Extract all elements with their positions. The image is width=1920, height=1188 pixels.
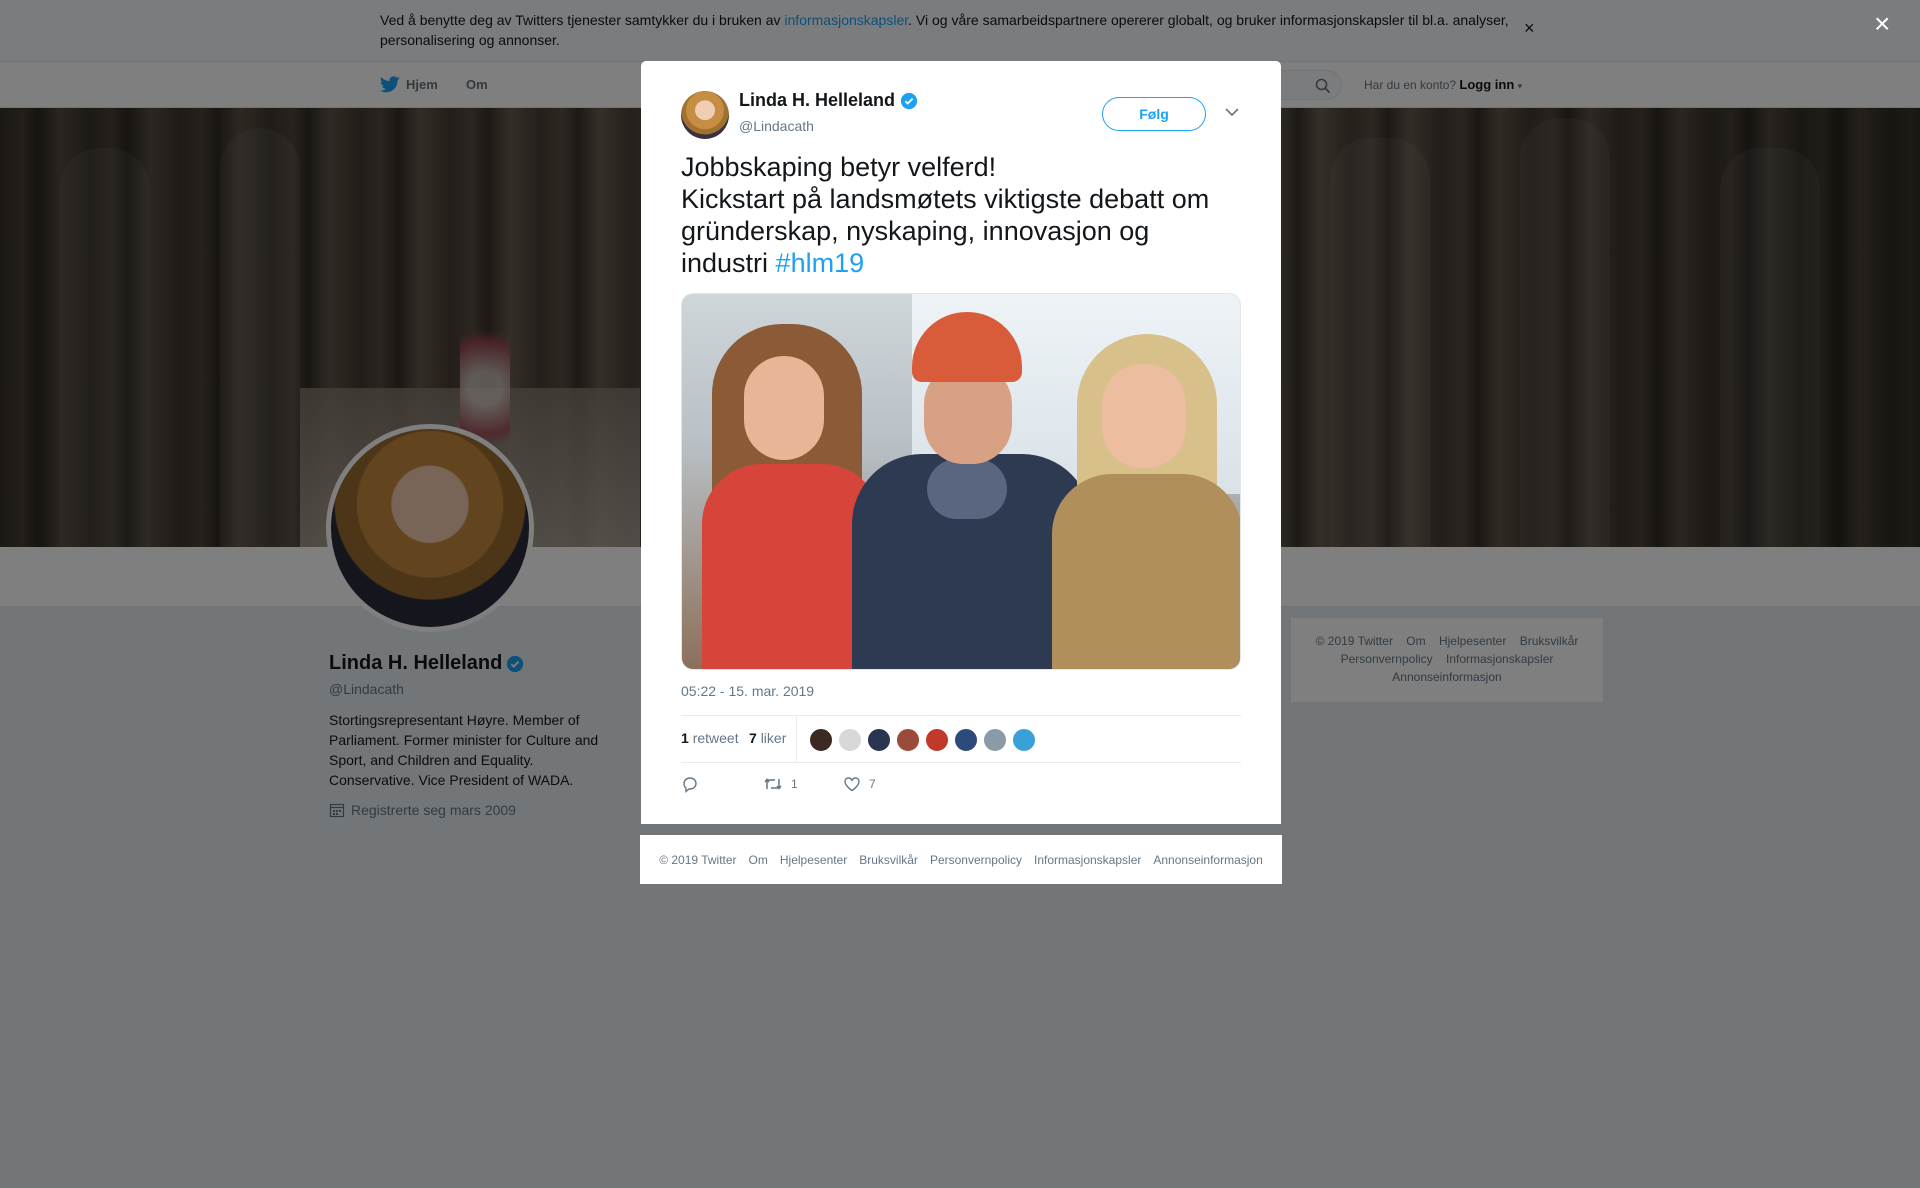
liker-avatar[interactable] [867,728,891,752]
retweet-action-count: 1 [791,777,798,791]
liker-avatar[interactable] [925,728,949,752]
like-count: 7 [749,730,757,746]
hashtag-link[interactable]: #hlm19 [776,248,865,278]
liker-avatar[interactable] [809,728,833,752]
retweet-button[interactable]: 1 [763,775,798,793]
retweet-label: retweet [692,730,739,746]
tweet-author-name-text: Linda H. Helleland [739,90,896,110]
heart-icon [844,777,860,792]
like-action-count: 7 [869,777,876,791]
stats-divider [796,716,797,762]
tweet-author-name[interactable]: Linda H. Helleland [739,90,918,111]
close-icon[interactable]: × [1874,10,1890,38]
footer-link[interactable]: Personvernpolicy [930,853,1022,867]
liker-avatar[interactable] [896,728,920,752]
liker-avatar[interactable] [954,728,978,752]
tweet-text: Jobbskaping betyr velferd! Kickstart på … [681,151,1241,279]
tweet-photo[interactable] [681,293,1241,670]
tweet-text-line2: Kickstart på landsmøtets viktigste debat… [681,184,1210,278]
tweet-timestamp[interactable]: 05:22 - 15. mar. 2019 [681,683,814,699]
like-button[interactable]: 7 [843,775,876,793]
footer-link[interactable]: Bruksvilkår [859,853,918,867]
liker-avatar[interactable] [838,728,862,752]
follow-button[interactable]: Følg [1102,97,1206,131]
verified-badge-icon [900,92,918,109]
like-label: liker [760,730,787,746]
modal-footer: © 2019 Twitter Om Hjelpesenter Bruksvilk… [640,835,1282,884]
footer-link[interactable]: Informasjonskapsler [1034,853,1141,867]
footer-link[interactable]: Hjelpesenter [780,853,847,867]
retweet-count: 1 [681,730,689,746]
liker-avatar[interactable] [983,728,1007,752]
chevron-down-icon[interactable] [1225,107,1239,117]
reply-icon [683,777,697,793]
like-stat[interactable]: 7 liker [749,730,786,746]
liker-avatars [809,728,1036,752]
tweet-text-line1: Jobbskaping betyr velferd! [681,152,997,182]
tweet-author-handle[interactable]: @Lindacath [739,118,814,134]
retweet-stat[interactable]: 1 retweet [681,730,739,746]
tweet-modal: Linda H. Helleland @Lindacath Følg Jobbs… [641,61,1281,824]
footer-link[interactable]: Annonseinformasjon [1153,853,1262,867]
tweet-actions: 1 7 [681,775,1241,799]
footer-link[interactable]: Om [749,853,768,867]
reply-button[interactable] [681,775,699,793]
retweet-icon [764,778,782,790]
tweet-stats: 1 retweet 7 liker [681,715,1241,763]
tweet-author-avatar[interactable] [681,91,729,139]
liker-avatar[interactable] [1012,728,1036,752]
footer-link[interactable]: © 2019 Twitter [659,853,736,867]
